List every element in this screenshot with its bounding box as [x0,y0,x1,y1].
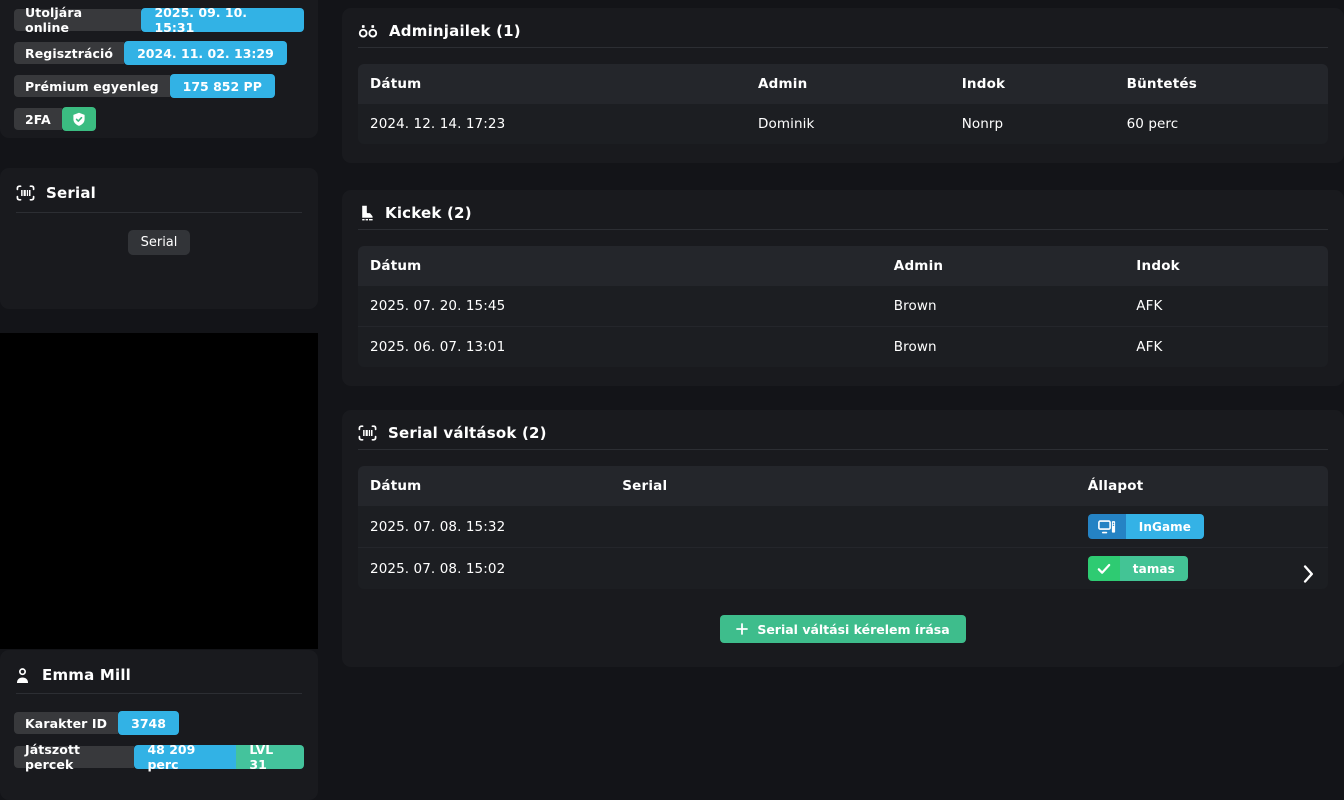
status-badge-approved: tamas [1088,556,1188,581]
table-header-row: Dátum Admin Indok [358,246,1328,286]
status-badge-ingame: InGame [1088,514,1204,539]
stat-label: Utoljára online [14,9,141,31]
divider [16,693,302,694]
stat-registration: Regisztráció 2024. 11. 02. 13:29 [14,41,304,65]
stat-label: Regisztráció [14,42,124,64]
stat-label: Karakter ID [14,712,118,734]
chevron-right-icon[interactable] [1303,565,1314,583]
character-id-value: 3748 [118,711,179,735]
serial-changes-table: Dátum Serial Állapot 2025. 07. 08. 15:32 [358,466,1328,589]
cell-serial [610,506,1076,548]
stat-label: 2FA [14,108,62,130]
cell-reason: AFK [1124,327,1328,368]
stat-label: Prémium egyenleg [14,75,170,97]
2fa-status-badge [62,107,96,131]
level-badge: LVL 31 [236,745,304,769]
stat-value: 175 852 PP [170,74,275,98]
adminjails-title: Adminjailek (1) [389,22,521,40]
divider [16,212,302,213]
kicks-header: Kickek (2) [358,204,1328,222]
table-header-row: Dátum Serial Állapot [358,466,1328,506]
stat-label: Játszott percek [14,746,134,768]
serial-card-title: Serial [46,184,96,202]
status-badge-label: tamas [1120,556,1188,581]
serial-changes-header: Serial váltások (2) [358,424,1328,442]
column-header: Indok [950,64,1115,104]
character-name: Emma Mill [42,666,131,684]
serial-change-request-label: Serial váltási kérelem írása [757,622,949,637]
check-icon [1088,556,1120,581]
adminjails-card: Adminjailek (1) Dátum Admin Indok Büntet… [342,8,1344,163]
stat-played-minutes: Játszott percek 48 209 perc LVL 31 [14,745,304,769]
stat-last-online: Utoljára online 2025. 09. 10. 15:31 [14,8,304,32]
serial-change-request-button[interactable]: Serial váltási kérelem írása [720,615,965,643]
kicks-table: Dátum Admin Indok 2025. 07. 20. 15:45 Br… [358,246,1328,367]
stat-premium-balance: Prémium egyenleg 175 852 PP [14,74,304,98]
handcuffs-icon [358,23,378,39]
divider [358,449,1328,450]
adminjails-table: Dátum Admin Indok Büntetés 2024. 12. 14.… [358,64,1328,144]
stat-value: 2024. 11. 02. 13:29 [124,41,287,65]
character-image [0,333,318,649]
cell-date: 2025. 07. 08. 15:32 [358,506,610,548]
cell-date: 2025. 07. 20. 15:45 [358,286,882,327]
cell-date: 2025. 07. 08. 15:02 [358,548,610,590]
character-card-header: Emma Mill [14,666,304,684]
column-header: Dátum [358,64,746,104]
character-card: Emma Mill Karakter ID 3748 Játszott perc… [0,650,318,800]
plus-icon [736,623,748,635]
table-header-row: Dátum Admin Indok Büntetés [358,64,1328,104]
kicks-card: Kickek (2) Dátum Admin Indok 2025. 07. 2… [342,190,1344,386]
kicks-title: Kickek (2) [385,204,472,222]
table-row: 2024. 12. 14. 17:23 Dominik Nonrp 60 per… [358,104,1328,145]
played-minutes-value: 48 209 perc [134,745,236,769]
column-header: Állapot [1076,466,1328,506]
serial-change-row: 2025. 07. 08. 15:32 [358,506,1328,548]
table-row: 2025. 06. 07. 13:01 Brown AFK [358,327,1328,368]
user-icon [14,667,31,684]
serial-button[interactable]: Serial [128,230,191,255]
divider [358,47,1328,48]
desktop-icon [1088,514,1126,539]
stat-value: 2025. 09. 10. 15:31 [141,8,304,32]
serial-card: Serial Serial [0,168,318,309]
stat-2fa: 2FA [14,107,304,131]
divider [358,229,1328,230]
serial-changes-card: Serial váltások (2) Dátum Serial Állapot… [342,410,1344,667]
barcode-icon [358,425,377,441]
stat-character-id: Karakter ID 3748 [14,711,304,735]
shield-check-icon [72,112,86,127]
cell-date: 2024. 12. 14. 17:23 [358,104,746,145]
barcode-icon [16,185,35,201]
adminjails-header: Adminjailek (1) [358,22,1328,40]
column-header: Indok [1124,246,1328,286]
cell-status: InGame [1076,506,1328,548]
serial-card-header: Serial [16,184,302,202]
boot-icon [358,205,374,221]
cell-reason: AFK [1124,286,1328,327]
cell-reason: Nonrp [950,104,1115,145]
column-header: Dátum [358,466,610,506]
cell-date: 2025. 06. 07. 13:01 [358,327,882,368]
cell-status: tamas [1076,548,1328,590]
table-row: 2025. 07. 20. 15:45 Brown AFK [358,286,1328,327]
account-stats-card: Utoljára online 2025. 09. 10. 15:31 Regi… [0,0,318,138]
cell-serial [610,548,1076,590]
column-header: Serial [610,466,1076,506]
cell-punishment: 60 perc [1115,104,1328,145]
column-header: Admin [882,246,1125,286]
column-header: Büntetés [1115,64,1328,104]
column-header: Admin [746,64,950,104]
cell-admin: Dominik [746,104,950,145]
cell-admin: Brown [882,327,1125,368]
status-badge-label: InGame [1126,514,1204,539]
cell-admin: Brown [882,286,1125,327]
column-header: Dátum [358,246,882,286]
serial-changes-title: Serial váltások (2) [388,424,547,442]
serial-change-row[interactable]: 2025. 07. 08. 15:02 tamas [358,548,1328,590]
